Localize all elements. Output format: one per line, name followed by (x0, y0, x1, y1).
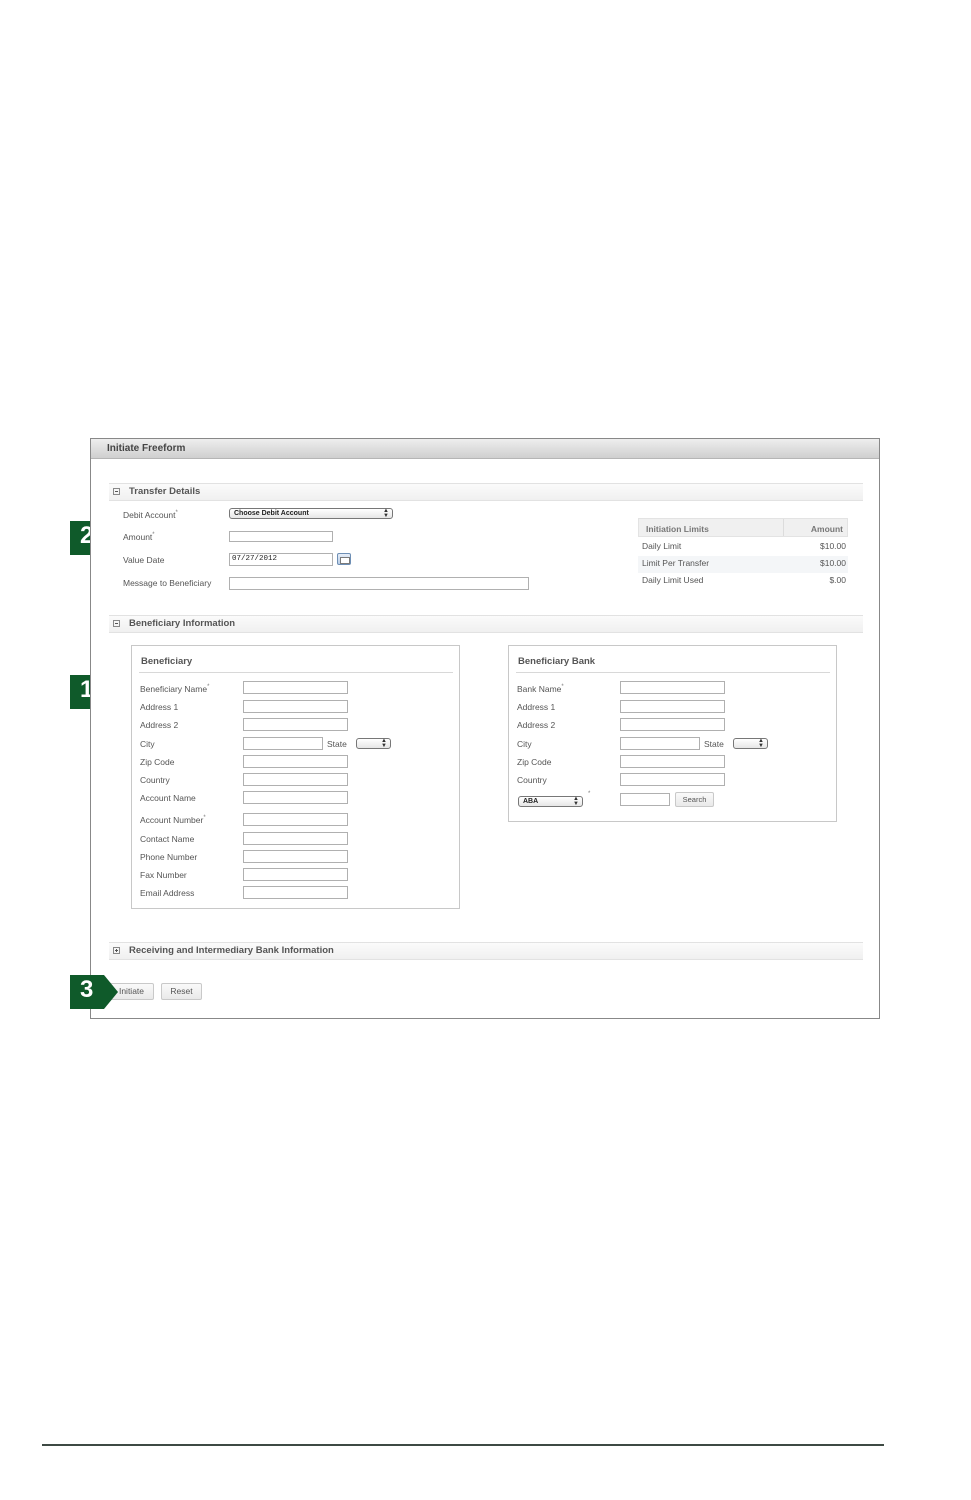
account-number-label: Account Number* (140, 815, 206, 825)
bank-state-select[interactable]: ▲ ▼ (733, 738, 768, 749)
limits-row: Daily Limit $10.00 (642, 541, 846, 551)
calendar-icon[interactable] (337, 553, 351, 565)
bank-country-input[interactable] (620, 773, 725, 786)
bank-city-label: City (517, 739, 532, 749)
address1-label: Address 1 (140, 702, 179, 712)
callout-marker-3: 3 (70, 975, 118, 1009)
bank-address2-input[interactable] (620, 718, 725, 731)
beneficiary-box: Beneficiary Beneficiary Name* Address 1 … (131, 645, 460, 909)
beneficiary-name-input[interactable] (243, 681, 348, 694)
reset-button[interactable]: Reset (161, 983, 202, 1000)
bank-country-label: Country (517, 775, 547, 785)
email-label: Email Address (140, 888, 195, 898)
limits-row: Limit Per Transfer $10.00 (638, 556, 848, 573)
email-input[interactable] (243, 886, 348, 899)
beneficiary-bank-title: Beneficiary Bank (518, 656, 596, 667)
limits-header-label: Initiation Limits (646, 524, 709, 534)
contact-name-input[interactable] (243, 832, 348, 845)
contact-name-label: Contact Name (140, 834, 195, 844)
beneficiary-title: Beneficiary (141, 656, 193, 667)
bank-city-input[interactable] (620, 737, 700, 750)
bank-name-label: Bank Name* (517, 684, 564, 694)
select-arrows-icon: ▲ ▼ (381, 738, 387, 749)
collapse-icon[interactable] (113, 488, 120, 495)
transfer-details-header[interactable]: Transfer Details (109, 483, 863, 501)
value-date-input[interactable]: 07/27/2012 (229, 553, 333, 566)
city-input[interactable] (243, 737, 323, 750)
fax-label: Fax Number (140, 870, 187, 880)
callout-number: 3 (80, 976, 94, 1003)
limits-row: Daily Limit Used $.00 (642, 575, 846, 585)
routing-type-select[interactable]: ABA ▲ ▼ (518, 796, 583, 807)
phone-input[interactable] (243, 850, 348, 863)
address2-label: Address 2 (140, 720, 179, 730)
amount-label: Amount* (123, 532, 155, 542)
bank-zip-label: Zip Code (517, 757, 552, 767)
section-title: Transfer Details (129, 486, 201, 497)
required-marker: * (588, 791, 591, 797)
callout-arrow-shape (70, 975, 118, 1009)
routing-number-input[interactable] (620, 793, 670, 806)
country-label: Country (140, 775, 170, 785)
box-divider (516, 672, 830, 673)
state-select[interactable]: ▲ ▼ (356, 738, 391, 749)
address1-input[interactable] (243, 700, 348, 713)
window-title: Initiate Freeform (91, 439, 879, 459)
expand-icon[interactable] (113, 947, 120, 954)
section-title: Receiving and Intermediary Bank Informat… (129, 945, 334, 956)
bank-address1-input[interactable] (620, 700, 725, 713)
fax-input[interactable] (243, 868, 348, 881)
beneficiary-name-label: Beneficiary Name* (140, 684, 210, 694)
zip-label: Zip Code (140, 757, 175, 767)
footer-divider (42, 1444, 884, 1446)
bank-state-label: State (704, 739, 724, 749)
collapse-icon[interactable] (113, 620, 120, 627)
phone-label: Phone Number (140, 852, 198, 862)
beneficiary-information-header[interactable]: Beneficiary Information (109, 615, 863, 633)
amount-input[interactable] (229, 531, 333, 542)
limits-header: Initiation Limits Amount (638, 518, 848, 537)
value-date-label: Value Date (123, 555, 165, 565)
section-title: Beneficiary Information (129, 618, 236, 629)
initiate-freeform-window: Initiate Freeform Transfer Details Debit… (90, 438, 880, 1019)
debit-account-select[interactable]: Choose Debit Account ▲ ▼ (229, 508, 393, 519)
address2-input[interactable] (243, 718, 348, 731)
bank-zip-input[interactable] (620, 755, 725, 768)
receiving-bank-header[interactable]: Receiving and Intermediary Bank Informat… (109, 942, 863, 960)
bank-address2-label: Address 2 (517, 720, 556, 730)
select-arrows-icon: ▲ ▼ (758, 738, 764, 749)
bank-address1-label: Address 1 (517, 702, 556, 712)
city-label: City (140, 739, 155, 749)
box-divider (139, 672, 453, 673)
search-button[interactable]: Search (675, 792, 714, 807)
bank-name-input[interactable] (620, 681, 725, 694)
select-arrows-icon: ▲ ▼ (573, 796, 579, 807)
account-name-label: Account Name (140, 793, 196, 803)
state-label: State (327, 739, 347, 749)
message-input[interactable] (229, 577, 529, 590)
limits-header-amount: Amount (810, 524, 843, 534)
message-label: Message to Beneficiary (123, 578, 212, 588)
column-divider (783, 519, 784, 536)
select-arrows-icon: ▲ ▼ (383, 508, 389, 519)
beneficiary-bank-box: Beneficiary Bank Bank Name* Address 1 Ad… (508, 645, 837, 822)
debit-account-label: Debit Account* (123, 510, 178, 520)
account-number-input[interactable] (243, 813, 348, 826)
zip-input[interactable] (243, 755, 348, 768)
country-input[interactable] (243, 773, 348, 786)
account-name-input[interactable] (243, 791, 348, 804)
